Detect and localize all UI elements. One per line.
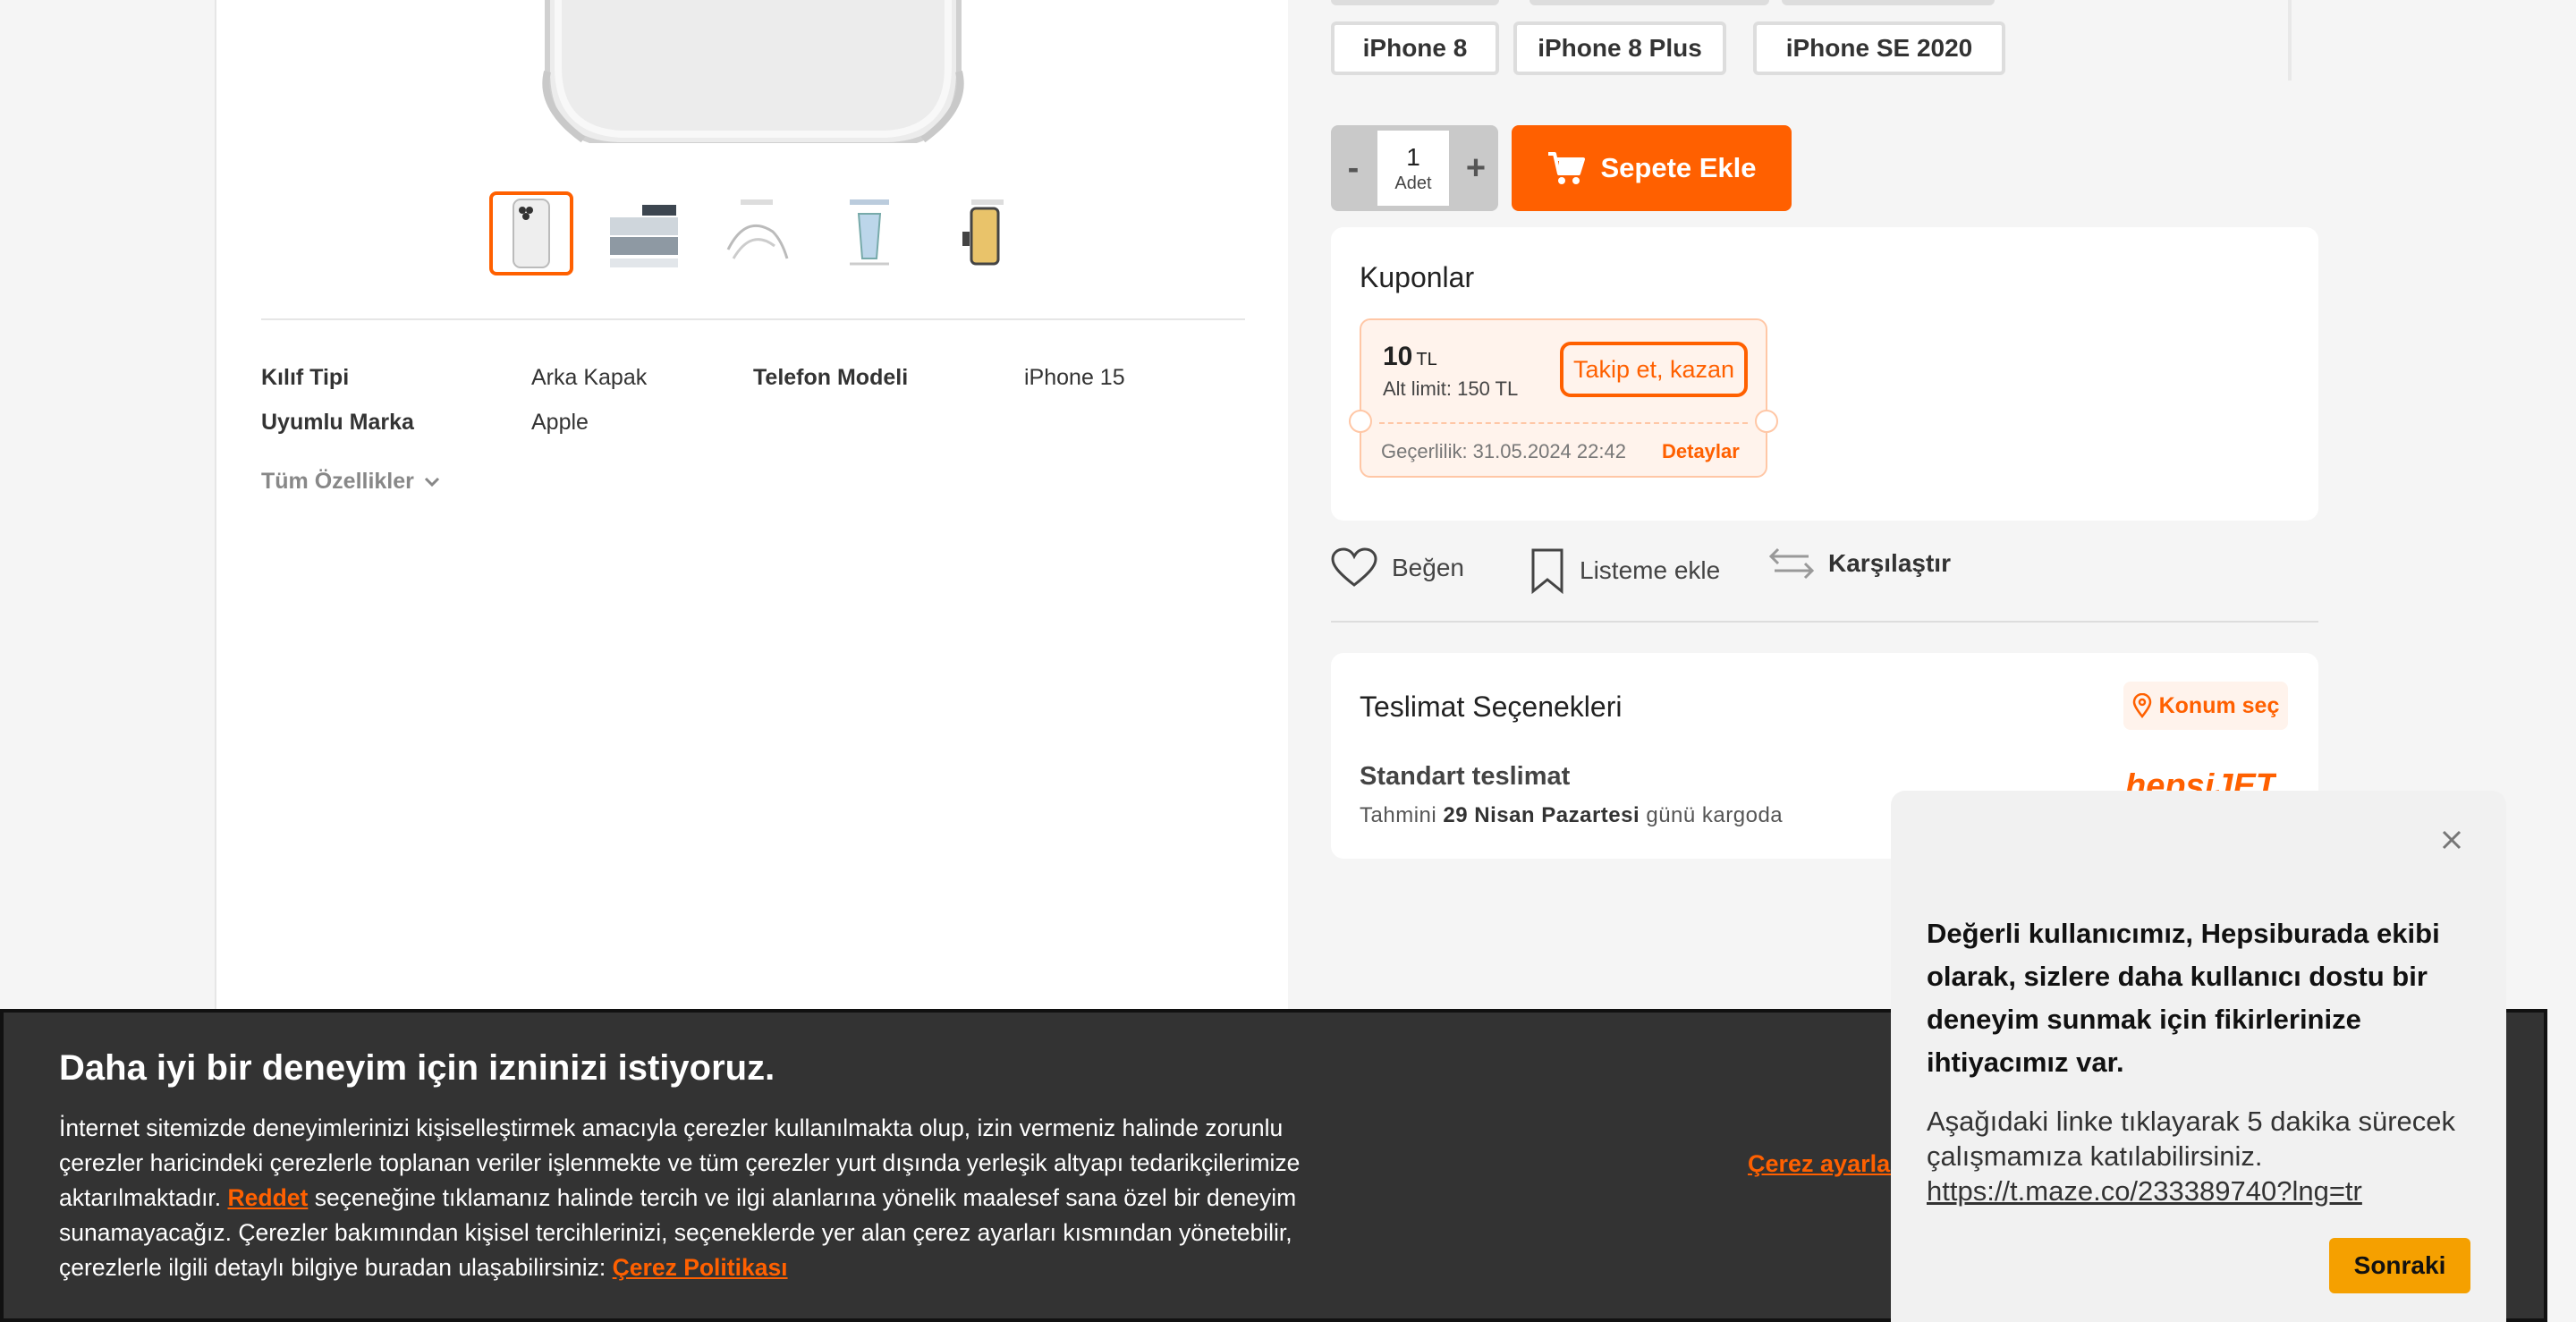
survey-link[interactable]: https://t.maze.co/233389740?lng=tr	[1927, 1175, 2362, 1207]
add-to-cart-button[interactable]: Sepete Ekle	[1512, 125, 1792, 211]
bookmark-icon	[1531, 548, 1563, 594]
thumbnail-2[interactable]	[602, 191, 686, 275]
thumbnail-1[interactable]	[489, 191, 573, 275]
add-to-list-label: Listeme ekle	[1580, 556, 1721, 584]
spec-label-case-type: Kılıf Tipi	[261, 365, 350, 390]
thumbnail-strip	[489, 191, 1024, 275]
divider	[1331, 621, 2318, 623]
spec-value-brand: Apple	[531, 410, 589, 435]
divider	[261, 318, 1245, 320]
survey-heading: Değerli kullanıcımız, Hepsiburada ekibi …	[1927, 918, 2440, 1078]
variant-iphone-8[interactable]: iPhone 8	[1331, 21, 1499, 75]
survey-text: Aşağıdaki linke tıklayarak 5 dakika süre…	[1927, 1104, 2481, 1208]
delivery-option-title: Standart teslimat	[1360, 762, 1571, 791]
spec-value-phone-model: iPhone 15	[1024, 365, 1125, 390]
survey-next-button[interactable]: Sonraki	[2329, 1238, 2470, 1293]
variant-scrollbar[interactable]	[2288, 0, 2292, 81]
variant-button-partial[interactable]	[1782, 0, 1995, 5]
coupon-notch	[1755, 410, 1778, 433]
cookie-policy-link[interactable]: Çerez Politikası	[613, 1254, 788, 1281]
quantity-stepper: - 1 Adet +	[1331, 125, 1498, 211]
cookie-description: İnternet sitemizde deneyimlerinizi kişis…	[59, 1111, 1365, 1285]
like-button[interactable]: Beğen	[1331, 547, 1464, 589]
coupon-details-link[interactable]: Detaylar	[1662, 440, 1740, 463]
compare-button[interactable]: Karşılaştır	[1769, 547, 1951, 580]
cookie-settings-link[interactable]: Çerez ayarları	[1748, 1150, 1906, 1178]
location-pin-icon	[2132, 693, 2151, 718]
all-specs-label: Tüm Özellikler	[261, 469, 414, 494]
delivery-estimate-prefix: Tahmini	[1360, 803, 1437, 827]
thumbnail-3[interactable]	[715, 191, 799, 275]
spec-label-phone-model: Telefon Modeli	[753, 365, 909, 390]
survey-text-body: Aşağıdaki linke tıklayarak 5 dakika süre…	[1927, 1106, 2456, 1172]
follow-and-win-button[interactable]: Takip et, kazan	[1560, 342, 1748, 397]
variant-iphone-8-plus[interactable]: iPhone 8 Plus	[1513, 21, 1726, 75]
coupon-limit: Alt limit: 150 TL	[1383, 377, 1519, 400]
cookie-reject-link[interactable]: Reddet	[228, 1184, 309, 1211]
close-icon[interactable]	[2438, 826, 2465, 853]
chevron-down-icon	[424, 477, 439, 487]
coupon-currency: TL	[1416, 350, 1437, 369]
product-main-image[interactable]	[485, 0, 1021, 148]
quantity-unit: Adet	[1394, 173, 1432, 193]
delivery-title: Teslimat Seçenekleri	[1360, 691, 1623, 723]
quantity-value: 1	[1406, 142, 1420, 171]
survey-popup: Değerli kullanıcımız, Hepsiburada ekibi …	[1891, 791, 2506, 1322]
delivery-estimate-date: 29 Nisan Pazartesi	[1443, 803, 1640, 827]
coupon-validity: Geçerlilik: 31.05.2024 22:42	[1381, 440, 1626, 462]
variant-button-partial[interactable]	[1530, 0, 1769, 5]
spec-label-brand: Uyumlu Marka	[261, 410, 414, 435]
coupons-title: Kuponlar	[1360, 261, 1475, 293]
coupon-amount: 10 TL	[1383, 342, 1437, 372]
quantity-input[interactable]: 1 Adet	[1377, 131, 1449, 206]
spec-value-case-type: Arka Kapak	[531, 365, 648, 390]
cookie-title: Daha iyi bir deneyim için izninizi istiy…	[59, 1048, 775, 1088]
cart-icon	[1548, 152, 1586, 184]
select-location-label: Konum seç	[2158, 692, 2280, 718]
quantity-decrease-button[interactable]: -	[1331, 125, 1376, 211]
compare-label: Karşılaştır	[1828, 549, 1951, 577]
add-to-list-button[interactable]: Listeme ekle	[1530, 547, 1720, 594]
variant-button-partial[interactable]	[1331, 0, 1499, 5]
coupon-notch	[1349, 410, 1372, 433]
all-specs-toggle[interactable]: Tüm Özellikler	[261, 469, 441, 495]
quantity-increase-button[interactable]: +	[1453, 125, 1498, 211]
thumbnail-4[interactable]	[827, 191, 911, 275]
add-to-cart-label: Sepete Ekle	[1600, 152, 1757, 183]
delivery-estimate-suffix: günü kargoda	[1646, 803, 1784, 827]
delivery-estimate: Tahmini 29 Nisan Pazartesi günü kargoda	[1360, 803, 1783, 828]
heart-icon	[1331, 547, 1377, 587]
select-location-button[interactable]: Konum seç	[2123, 682, 2288, 730]
carrier-logo: hepsiJET	[2125, 773, 2276, 791]
like-label: Beğen	[1392, 554, 1464, 581]
thumbnail-5[interactable]	[940, 191, 1024, 275]
variant-iphone-se-2020[interactable]: iPhone SE 2020	[1753, 21, 2005, 75]
compare-arrows-icon	[1769, 547, 1814, 580]
coupon-separator	[1379, 422, 1748, 424]
coupon-amount-value: 10	[1383, 342, 1413, 371]
coupon-item: 10 TL Alt limit: 150 TL Takip et, kazan G…	[1349, 318, 1778, 478]
